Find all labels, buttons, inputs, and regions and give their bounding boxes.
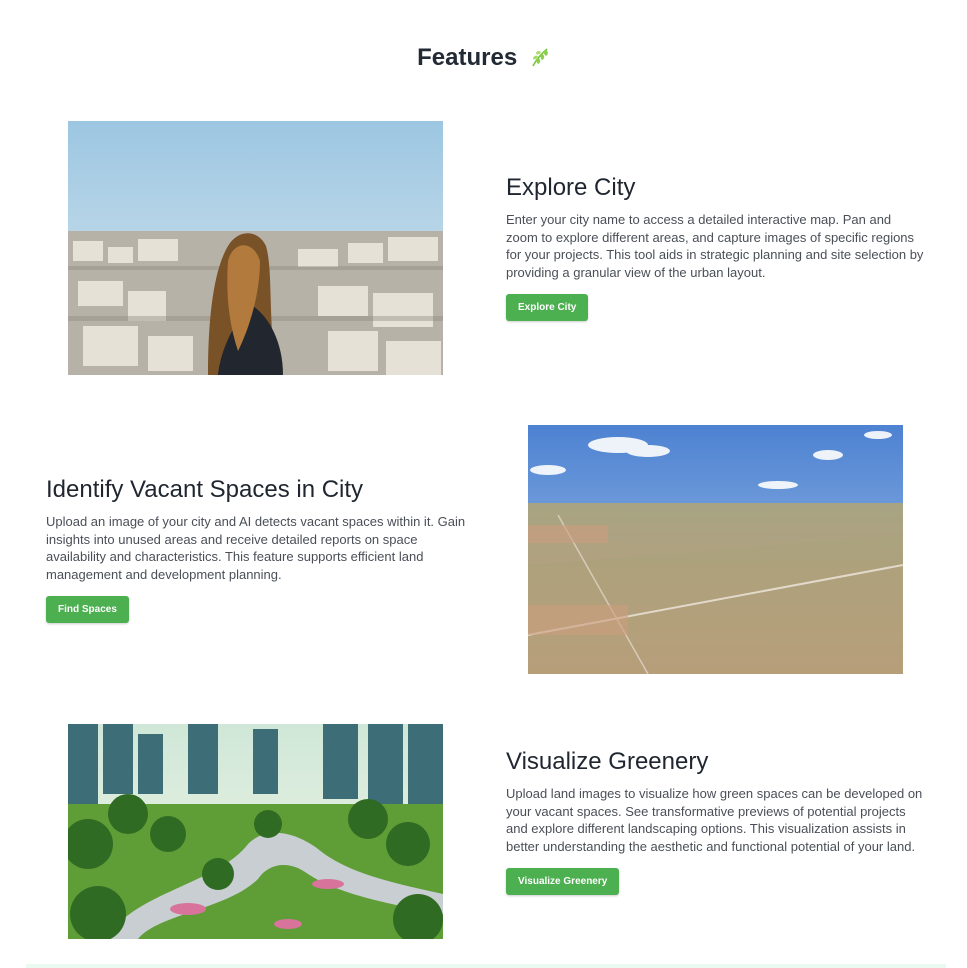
feature-description: Enter your city name to access a detaile… [506, 212, 924, 280]
explore-city-button[interactable]: Explore City [506, 294, 589, 321]
find-spaces-button[interactable]: Find Spaces [46, 596, 129, 623]
city-panorama-photo [68, 121, 443, 375]
feature-description: Upload an image of your city and AI dete… [46, 514, 466, 582]
page-title: Features [0, 44, 967, 75]
footer-strip [26, 964, 946, 968]
page-title-text: Features [417, 44, 518, 71]
feature-visualize-greenery: Visualize Greenery Upload land images to… [506, 748, 926, 895]
feature-title: Identify Vacant Spaces in City [46, 476, 364, 503]
feature-explore-city: Explore City Enter your city name to acc… [506, 174, 926, 321]
visualize-greenery-button[interactable]: Visualize Greenery [506, 868, 620, 895]
feature-title: Explore City [506, 174, 636, 201]
leaf-icon [530, 46, 550, 75]
green-park-illustration [68, 724, 443, 939]
feature-description: Upload land images to visualize how gree… [506, 786, 923, 854]
vacant-land-photo [528, 425, 903, 674]
feature-title: Visualize Greenery [506, 748, 709, 775]
feature-identify-vacant-spaces: Identify Vacant Spaces in City Upload an… [46, 476, 476, 623]
